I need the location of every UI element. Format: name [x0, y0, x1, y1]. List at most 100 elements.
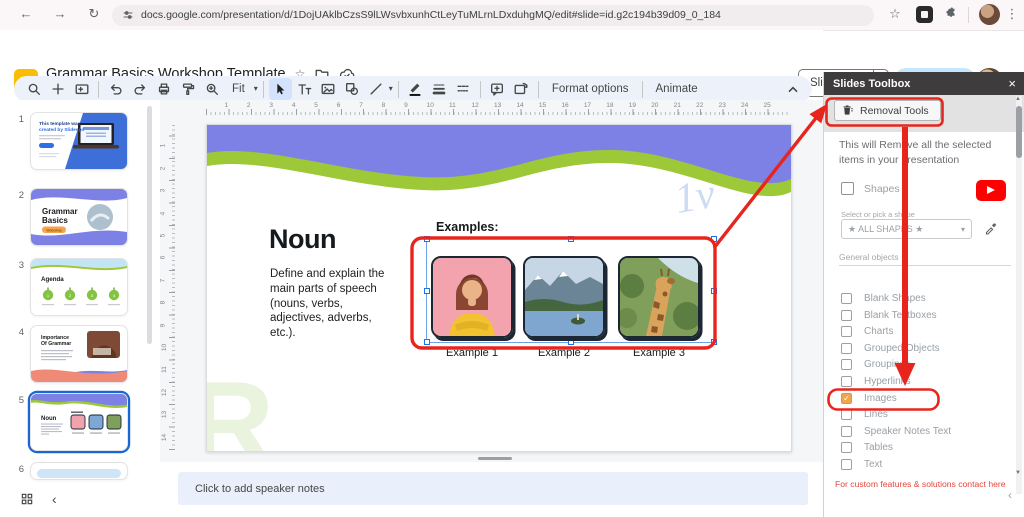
puzzle-extensions-icon[interactable] — [941, 6, 961, 23]
address-bar[interactable]: docs.google.com/presentation/d/1DojUAklb… — [112, 5, 874, 26]
svg-text:Noun: Noun — [41, 416, 57, 422]
images-checkbox[interactable]: ✓ — [841, 393, 852, 404]
example-label[interactable]: Example 2 — [523, 347, 605, 359]
grouped-objects-checkbox[interactable] — [841, 343, 852, 354]
notes-resize-handle[interactable] — [478, 457, 512, 460]
format-options-button[interactable]: Format options — [544, 83, 637, 95]
print-icon[interactable] — [152, 78, 175, 100]
example-image-woman[interactable] — [431, 256, 513, 338]
lines-checkbox[interactable] — [841, 409, 852, 420]
ruler-number: 4 — [159, 211, 166, 215]
slide-thumbnail-1[interactable]: This template was created by Slidesgo — [30, 112, 128, 170]
eyedropper-icon[interactable] — [984, 220, 999, 235]
redo-icon[interactable] — [128, 78, 151, 100]
groupings-checkbox[interactable] — [841, 359, 852, 370]
blank-shapes-checkbox[interactable] — [841, 293, 852, 304]
contact-link[interactable]: For custom features & solutions contact … — [835, 479, 1021, 489]
chevron-down-icon[interactable]: ▾ — [389, 85, 393, 93]
slide-thumbnail-6[interactable] — [30, 462, 128, 480]
reload-icon[interactable]: ↻ — [84, 6, 104, 22]
paint-format-icon[interactable] — [176, 78, 199, 100]
example-image-lake[interactable] — [523, 256, 605, 338]
speaker-notes-input[interactable]: Click to add speaker notes — [178, 472, 808, 505]
collapse-filmstrip-icon[interactable]: ‹ — [52, 491, 57, 507]
toolbox-scrollbar-thumb[interactable] — [1016, 106, 1022, 158]
speaker-notes-placeholder: Click to add speaker notes — [195, 483, 325, 495]
text-box-icon[interactable] — [293, 78, 316, 100]
search-icon[interactable] — [22, 78, 45, 100]
selection-handle[interactable] — [424, 288, 430, 294]
svg-text:Agenda: Agenda — [41, 276, 64, 283]
slide-thumbnail-3[interactable]: Agenda 1 2 3 4 — [30, 258, 128, 316]
border-dash-icon[interactable] — [452, 78, 475, 100]
toolbox-item-label: Blank Shapes — [864, 293, 926, 304]
examples-heading[interactable]: Examples: — [436, 220, 499, 234]
plus-icon[interactable] — [46, 78, 69, 100]
bookmark-star-icon[interactable]: ☆ — [885, 6, 905, 22]
grid-view-icon[interactable] — [20, 492, 34, 506]
ruler-number: 5 — [314, 102, 318, 109]
border-color-icon[interactable] — [404, 78, 427, 100]
text-checkbox[interactable] — [841, 459, 852, 470]
selection-handle[interactable] — [568, 339, 574, 345]
border-weight-icon[interactable] — [428, 78, 451, 100]
fit-button[interactable]: Fit — [224, 83, 253, 95]
back-icon[interactable]: ← — [16, 6, 36, 21]
shape-dropdown[interactable]: ★ ALL SHAPES ★ ▾ — [841, 219, 972, 239]
scroll-down-icon[interactable]: ▼ — [1015, 470, 1021, 476]
current-slide[interactable]: 1v R Noun Define and explain themain par… — [206, 124, 792, 452]
speaker-notes-text-checkbox[interactable] — [841, 426, 852, 437]
browser-profile-avatar[interactable] — [979, 4, 1000, 25]
selection-handle[interactable] — [424, 236, 430, 242]
extension-icon[interactable] — [916, 6, 933, 23]
ruler-number: 21 — [674, 102, 681, 109]
ruler-number: 6 — [337, 102, 341, 109]
selection-handle[interactable] — [711, 339, 717, 345]
selection-handle[interactable] — [568, 236, 574, 242]
removal-tools-button[interactable]: Removal Tools — [834, 100, 941, 121]
tables-checkbox[interactable] — [841, 442, 852, 453]
toolbar: Fit▾▾Format optionsAnimate — [14, 76, 812, 102]
slide-thumbnail-4[interactable]: Importance Of Grammar — [30, 325, 128, 383]
animate-button[interactable]: Animate — [648, 83, 706, 95]
toolbox-item-label: Blank Textboxes — [864, 310, 937, 321]
new-slide-icon[interactable] — [70, 78, 93, 100]
charts-checkbox[interactable] — [841, 326, 852, 337]
example-label[interactable]: Example 1 — [431, 347, 513, 359]
selection-handle[interactable] — [424, 339, 430, 345]
close-icon[interactable]: × — [1008, 76, 1016, 91]
replace-image-icon[interactable] — [510, 78, 533, 100]
ruler-number: 18 — [606, 102, 613, 109]
panel-collapse-icon[interactable]: ‹ — [1008, 488, 1012, 502]
collapse-toolbar-icon[interactable] — [781, 78, 804, 100]
forward-icon[interactable]: → — [50, 6, 70, 21]
example-label[interactable]: Example 3 — [618, 347, 700, 359]
youtube-icon[interactable] — [976, 180, 1006, 201]
zoom-in-icon[interactable] — [200, 78, 223, 100]
toolbox-item-label: Tables — [864, 442, 893, 453]
general-objects-label: General objects — [839, 252, 899, 262]
add-comment-icon[interactable] — [486, 78, 509, 100]
insert-image-icon[interactable] — [317, 78, 340, 100]
ruler-number: 17 — [584, 102, 591, 109]
shape-icon[interactable] — [341, 78, 364, 100]
undo-icon[interactable] — [104, 78, 127, 100]
browser-menu-icon[interactable]: ⋮ — [1002, 6, 1022, 22]
scroll-up-icon[interactable]: ▲ — [1015, 96, 1021, 102]
selection-handle[interactable] — [711, 236, 717, 242]
ruler-number: 7 — [159, 278, 166, 282]
chevron-down-icon[interactable]: ▾ — [254, 85, 258, 93]
hyperlinks-checkbox[interactable] — [841, 376, 852, 387]
toolbox-item-groupings: Groupings — [841, 357, 910, 372]
filmstrip-scrollbar[interactable] — [147, 106, 152, 344]
line-icon[interactable] — [365, 78, 388, 100]
slide-thumbnail-2[interactable]: Grammar Basics Workshop — [30, 188, 128, 246]
selection-handle[interactable] — [711, 288, 717, 294]
slide-title-text[interactable]: Noun — [269, 224, 336, 255]
blank-textboxes-checkbox[interactable] — [841, 310, 852, 321]
select-cursor-icon[interactable] — [269, 78, 292, 100]
shapes-checkbox[interactable] — [841, 182, 854, 195]
example-image-giraffe[interactable] — [618, 256, 700, 338]
slide-thumbnail-5[interactable]: Noun — [30, 393, 128, 451]
ruler-number: 9 — [404, 102, 408, 109]
